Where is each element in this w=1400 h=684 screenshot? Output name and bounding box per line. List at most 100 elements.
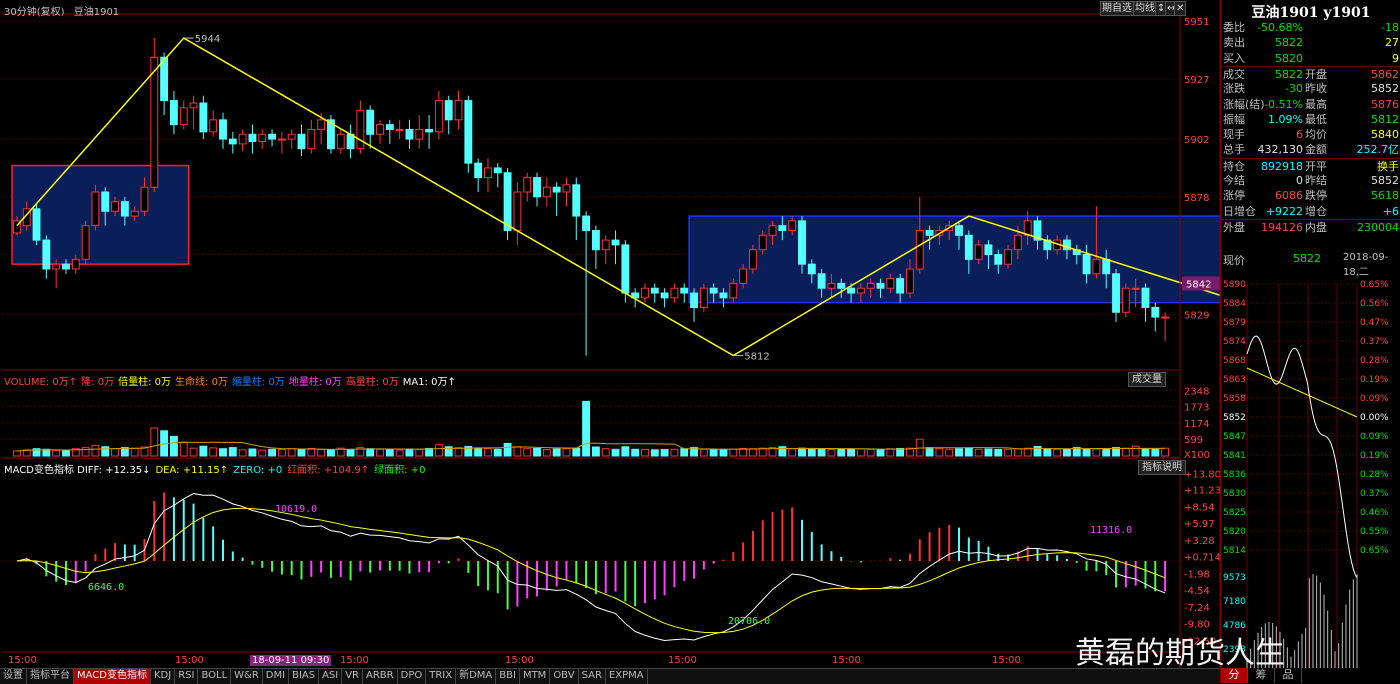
volume-bar (1004, 448, 1013, 457)
quote-value: 5822 (1275, 36, 1303, 50)
volume-bar (297, 448, 306, 457)
volume-bar (169, 435, 178, 457)
candle-body (778, 225, 787, 231)
volume-bar (1121, 447, 1130, 457)
volume-bar (582, 400, 591, 457)
tab-item[interactable]: 新DMA (456, 669, 497, 684)
volume-bar (817, 449, 826, 457)
candlestick-chart: 595159275902587858545829594458125842 (2, 17, 1400, 363)
volume-bar (385, 448, 394, 457)
quote-label: 昨结 (1305, 174, 1327, 187)
tab-item[interactable]: VR (342, 669, 364, 684)
tab-item[interactable]: ARBR (363, 669, 398, 684)
volume-bar (552, 448, 561, 457)
volume-bar (562, 448, 571, 457)
candle-body (42, 239, 51, 270)
candle-body (955, 225, 963, 236)
volume-ma-line (16, 441, 1166, 452)
quote-value: 5840 (1371, 128, 1399, 142)
time-label: 15:00 (668, 655, 697, 666)
volume-bar (807, 448, 816, 457)
period-label: 30分钟(复权) (4, 7, 65, 18)
tab-item[interactable]: MACD变色指标 (74, 669, 151, 684)
quote-label: 涨停 (1223, 189, 1245, 203)
mini-right-tick: 0.47% (1360, 318, 1389, 328)
top-button[interactable]: 期自选 (1100, 1, 1134, 16)
tab-item[interactable]: BIAS (289, 669, 320, 684)
tab-item[interactable]: DPO (398, 669, 427, 684)
macd-legend-item: DEA: +11.15↑ (155, 465, 229, 476)
volume-bar (395, 449, 404, 457)
tab-item[interactable]: OBV (550, 669, 579, 684)
quote-label: 昨收 (1305, 82, 1327, 96)
tab-item[interactable]: MTM (520, 669, 551, 684)
candle-body (248, 133, 257, 142)
volume-legend-item: 缩量柱: 0万 (231, 377, 285, 388)
candle-body (660, 292, 669, 299)
tab-item[interactable]: 设置 (0, 669, 27, 684)
tab-item[interactable]: RSI (175, 669, 199, 684)
tab-item[interactable]: DMI (263, 669, 290, 684)
candle-body (130, 210, 139, 217)
candle-body (484, 167, 492, 179)
candle-body (1102, 258, 1111, 275)
quote-label: 持仓 (1223, 159, 1245, 173)
candle-body (101, 191, 110, 212)
macd-tick-label: +5.97 (1184, 519, 1215, 530)
tab-item[interactable]: SAR (579, 669, 606, 684)
quote-date: 2018-09-18,二 (1343, 252, 1389, 278)
candle-body (1092, 258, 1101, 275)
quote-value: 6 (1296, 128, 1303, 142)
tab-item[interactable]: ASI (319, 669, 343, 684)
tab-item[interactable]: EXPMA (606, 669, 648, 684)
quote-label: 卖出 (1223, 36, 1245, 50)
candle-body (91, 191, 100, 227)
top-button[interactable]: ✕ (1174, 1, 1187, 16)
candle-body (984, 244, 993, 256)
macd-tick-label: -4.54 (1184, 586, 1210, 597)
volume-bar (317, 449, 326, 457)
quote-value: 252.7亿 (1356, 143, 1400, 157)
volume-bar (81, 447, 90, 457)
tab-item[interactable]: TRIX (426, 669, 457, 684)
time-label: 15:00 (505, 655, 534, 666)
volume-bar (709, 449, 718, 457)
quote-label: 金额 (1305, 143, 1327, 157)
tab-item[interactable]: BBI (496, 669, 520, 684)
mini-left-tick: 5863 (1223, 375, 1246, 385)
volume-bar (994, 449, 1003, 457)
top-button[interactable]: 均线 (1133, 1, 1157, 16)
indicator-help-button[interactable]: 指标说明 (1138, 460, 1186, 475)
candle-body (798, 220, 806, 265)
candle-body (827, 282, 836, 289)
candle-body (739, 268, 748, 284)
quote-row: 今结 0 昨结 5852 (1221, 173, 1400, 188)
chart-frame (2, 0, 1221, 683)
macd-chart: +13.80 +11.23 +8.54 +5.97 +3.28 +0.714 -1.98 -4… (2, 469, 1221, 647)
candle-body (81, 225, 90, 260)
volume-indicator-button[interactable]: 成交量 (1128, 372, 1166, 387)
candle-body (994, 254, 1003, 265)
quote-row: 涨幅(结) -0.51% 最高 5876 (1221, 97, 1400, 112)
macd-tick-label: +13.80 (1184, 469, 1221, 480)
macd-tick-label: -1.98 (1184, 570, 1210, 581)
candle-body (277, 138, 286, 141)
candle-body (670, 287, 679, 299)
macd-tick-label: +11.23 (1184, 486, 1221, 497)
macd-tick-label: +0.714 (1184, 552, 1221, 563)
tab-item[interactable]: 指标平台 (27, 669, 74, 684)
mini-left-tick: 5825 (1223, 508, 1246, 518)
volume-bar (699, 448, 708, 457)
quote-value: 230004 (1357, 220, 1399, 234)
quote-value: 5852 (1371, 174, 1399, 187)
tab-item[interactable]: KDJ (151, 669, 176, 684)
tab-item[interactable]: BOLL (198, 669, 232, 684)
macd-tick-label: +3.28 (1184, 536, 1215, 547)
candle-body (120, 201, 129, 217)
tab-item[interactable]: W&R (231, 669, 263, 684)
volume-tick-label: 2348 (1184, 386, 1209, 397)
volume-bar (611, 448, 620, 457)
macd-legend-item: 绿面积: +0 (374, 465, 426, 476)
macd-tick-label: -7.24 (1184, 603, 1210, 614)
candle-body (474, 162, 483, 179)
